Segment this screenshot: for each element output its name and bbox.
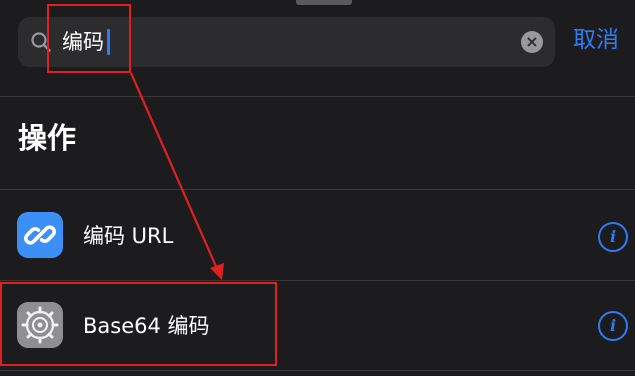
- divider: [0, 370, 635, 371]
- link-icon: [17, 212, 63, 258]
- cancel-button[interactable]: 取消: [573, 24, 619, 56]
- clear-icon: ×: [525, 32, 539, 51]
- action-label: 编码 URL: [83, 224, 174, 248]
- info-icon[interactable]: i: [598, 222, 628, 252]
- divider: [0, 96, 635, 97]
- sheet-grabber[interactable]: [296, 0, 352, 5]
- annotation-highlight-base64-row: [0, 282, 277, 366]
- section-title: 操作: [18, 121, 77, 155]
- info-icon[interactable]: i: [598, 311, 628, 341]
- shortcuts-action-search-screen: 编码 × 取消 操作 编码 URL i Base64 编码 i: [0, 0, 635, 376]
- clear-search-button[interactable]: ×: [521, 31, 543, 53]
- annotation-highlight-search: [47, 4, 131, 73]
